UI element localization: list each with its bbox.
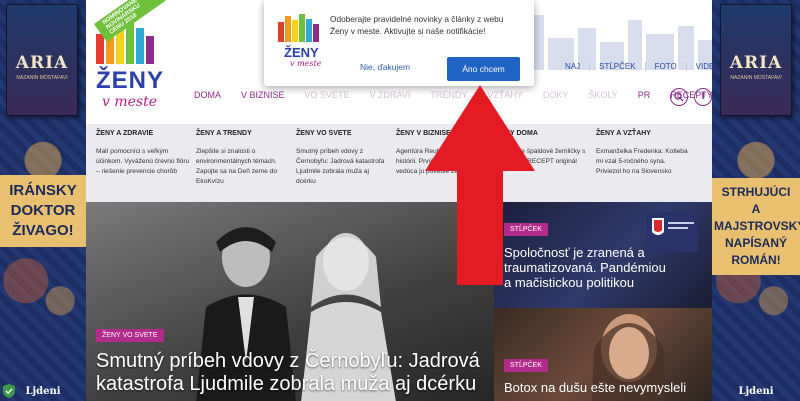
nav-doma[interactable]: DOMA <box>194 90 221 100</box>
top-nav-foto[interactable]: FOTO <box>644 62 686 71</box>
popup-logo-script: v meste <box>290 59 322 68</box>
ad-brand: Ljdeni <box>738 386 774 397</box>
logo-skyline-icon <box>278 14 319 42</box>
facebook-icon[interactable]: f <box>694 88 712 106</box>
nav-vo-svete[interactable]: VO SVETE <box>305 90 350 100</box>
top-nav-stlpcek[interactable]: STĹPČEK <box>589 62 644 71</box>
nav-doky[interactable]: DOKY <box>543 90 569 100</box>
top-nav-videa[interactable]: VIDEÁ <box>685 62 712 71</box>
popup-logo: ŽENY v meste <box>276 12 324 68</box>
mega-text[interactable]: Smutný príbeh vdovy z Černobyľu: Jadrová… <box>296 147 396 187</box>
ad-slogan: STRHUJÚCI A MAJSTROVSKY NAPÍSANÝ ROMÁN! <box>712 178 800 275</box>
category-tag[interactable]: STĹPČEK <box>504 359 548 372</box>
top-nav-naj[interactable]: NAJ <box>556 62 589 71</box>
popup-logo-text: ŽENY <box>284 45 319 60</box>
accept-button[interactable]: Áno chcem <box>447 57 520 81</box>
book-title: ARIA <box>729 53 783 73</box>
nav-pr[interactable]: PR <box>638 90 651 100</box>
mega-text[interactable]: Zlepšite si znalosti o environmentálnych… <box>196 147 296 187</box>
mega-menu: ŽENY A ZDRAVIE Malí pomocníci s veľkým ú… <box>86 124 712 202</box>
ad-slogan-line: DOKTOR <box>10 202 76 219</box>
book-title: ARIA <box>15 53 69 73</box>
ad-slogan-line: NAPÍSANÝ <box>724 236 787 250</box>
ad-slogan-line: ŽIVAGO! <box>12 222 74 239</box>
nav-v-zdravi[interactable]: V ZDRAVÍ <box>370 90 411 100</box>
mega-heading: ŽENY A TRENDY <box>196 130 252 137</box>
ad-slogan-line: IRÁNSKY <box>9 182 77 199</box>
popup-message: Odoberajte pravidelné novinky a články z… <box>330 14 504 36</box>
site-logo[interactable]: NOMINOVANÉ NA NOVINÁRSKU CENU 2018 ŽENY … <box>88 0 166 110</box>
article-title[interactable]: Botox na dušu ešte nevymysleli <box>504 380 709 395</box>
article-card[interactable]: STĹPČEK Botox na dušu ešte nevymysleli <box>494 308 712 401</box>
mega-heading: ŽENY A ZDRAVIE <box>96 130 154 137</box>
shield-icon[interactable] <box>3 384 15 398</box>
mega-text[interactable]: Exmanželka Fredenka: Kotleba mi vzal 5-r… <box>596 147 696 177</box>
nav-v-biznise[interactable]: V BIZNISE <box>241 90 285 100</box>
mega-col-svete[interactable]: ŽENY VO SVETE Smutný príbeh vdovy z Čern… <box>296 130 396 202</box>
red-arrow-annotation <box>425 85 535 285</box>
ad-slogan-line: ROMÁN! <box>731 253 781 267</box>
search-icon[interactable] <box>670 88 688 106</box>
top-nav: NAJ STĹPČEK FOTO VIDEÁ <box>556 62 712 71</box>
left-side-ad[interactable]: ARIA NAZANIN MOSTAFAVI IRÁNSKY DOKTOR ŽI… <box>0 0 86 401</box>
book-cover: ARIA NAZANIN MOSTAFAVI <box>720 4 792 116</box>
mega-col-trendy[interactable]: ŽENY A TRENDY Zlepšite si znalosti o env… <box>196 130 296 202</box>
book-author: NAZANIN MOSTAFAVI <box>730 75 782 81</box>
feature-title[interactable]: Smutný príbeh vdovy z Černobyľu: Jadrová… <box>96 350 486 396</box>
mega-heading: ŽENY A VZŤAHY <box>596 130 651 137</box>
book-author: NAZANIN MOSTAFAVI <box>16 75 68 81</box>
logo-text: ŽENY <box>96 67 165 94</box>
book-cover: ARIA NAZANIN MOSTAFAVI <box>6 4 78 116</box>
notification-popup: ŽENY v meste Odoberajte pravidelné novin… <box>264 0 534 86</box>
ad-slogan: IRÁNSKY DOKTOR ŽIVAGO! <box>0 175 86 247</box>
ad-slogan-line: A MAJSTROVSKY <box>714 202 800 233</box>
logo-script: v meste <box>102 94 158 110</box>
mega-heading: ŽENY VO SVETE <box>296 130 352 137</box>
mega-text[interactable]: Malí pomocníci s veľkým účinkom. Vyvážen… <box>96 147 196 177</box>
mega-col-vztahy[interactable]: ŽENY A VZŤAHY Exmanželka Fredenka: Kotle… <box>596 130 696 202</box>
ad-slogan-line: STRHUJÚCI <box>721 185 791 199</box>
mega-col-zdravie[interactable]: ŽENY A ZDRAVIE Malí pomocníci s veľkým ú… <box>96 130 196 202</box>
category-tag[interactable]: ŽENY VO SVETE <box>96 329 164 342</box>
decline-button[interactable]: Nie, ďakujem <box>360 62 410 72</box>
right-side-ad[interactable]: ARIA NAZANIN MOSTAFAVI STRHUJÚCI A MAJST… <box>712 0 800 401</box>
nav-skoly[interactable]: ŠKOLY <box>588 90 617 100</box>
